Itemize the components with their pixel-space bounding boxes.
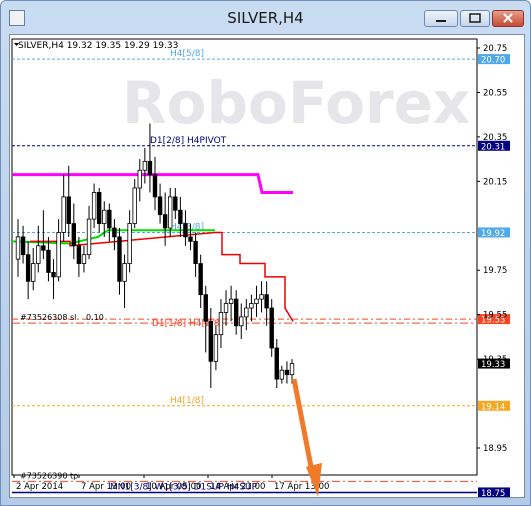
trade-label-1: #73526390 tp [20, 471, 78, 480]
candle-body-50 [269, 307, 274, 349]
trade-extra-0: 0.10 [86, 313, 104, 322]
current-price-tag-text: 19.33 [481, 360, 505, 370]
candle-body-8 [56, 232, 61, 278]
candle-body-15 [91, 192, 97, 220]
level-tag-text-0: 20.70 [481, 56, 505, 66]
level-tag-text-1: 20.31 [481, 142, 505, 152]
candle-body-2 [25, 254, 31, 282]
candle-body-1 [20, 236, 26, 256]
candle-body-49 [264, 294, 269, 309]
candle-body-39 [213, 334, 219, 362]
maximize-button[interactable] [460, 10, 490, 27]
candle-body-37 [203, 294, 208, 322]
price-chart[interactable]: RoboForex SILVER,H4 19.32 19.35 19.29 19.… [10, 35, 524, 497]
candle-body-45 [244, 307, 249, 318]
candle-body-10 [66, 196, 71, 224]
candle-body-16 [96, 192, 102, 224]
y-tick-label-7: 18.95 [483, 444, 507, 454]
candle-body-47 [254, 298, 259, 304]
y-tick-label-2: 20.35 [483, 133, 507, 143]
candle-body-31 [173, 196, 178, 211]
y-tick-label-3: 20.15 [483, 177, 507, 187]
close-icon [503, 13, 513, 23]
title-bar[interactable]: SILVER,H4 [1, 1, 530, 35]
candle-body-5 [41, 245, 46, 251]
candle-body-20 [117, 236, 122, 282]
candle-body-54 [289, 363, 295, 376]
candle-body-6 [46, 249, 51, 273]
x-tick-label-1: 7 Apr 13:00 [81, 482, 131, 492]
chart-area[interactable]: RoboForex SILVER,H4 19.32 19.35 19.29 19.… [9, 34, 525, 498]
minimize-icon [436, 20, 446, 22]
y-tick-label-1: 20.55 [483, 88, 507, 98]
watermark-text: RoboForex [122, 69, 470, 137]
level-tag-text-4: 19.14 [481, 402, 505, 412]
y-tick-label-4: 19.75 [483, 266, 507, 276]
candle-body-3 [31, 263, 36, 282]
candle-body-36 [198, 263, 203, 296]
maximize-icon [469, 13, 481, 23]
candle-body-43 [233, 298, 239, 327]
candle-body-40 [218, 312, 224, 336]
minimize-button[interactable] [424, 10, 458, 27]
candle-body-28 [157, 196, 163, 216]
candle-body-22 [127, 223, 132, 264]
level-label-0: H4[5/8] [170, 49, 204, 59]
candle-body-27 [152, 174, 158, 198]
candle-body-9 [61, 196, 66, 233]
candle-body-35 [193, 240, 198, 264]
x-tick-label-4: 17 Apr 13:00 [274, 482, 329, 492]
level-tag-text-2: 19.92 [481, 229, 505, 239]
x-tick-label-2: 10 Apr 05:00 [146, 482, 201, 492]
close-button[interactable] [492, 10, 524, 27]
candle-body-38 [208, 320, 214, 362]
candle-body-0 [15, 236, 21, 260]
candle-body-19 [112, 227, 117, 238]
candle-body-48 [259, 294, 264, 300]
x-tick-label-0: 2 Apr 2014 [16, 482, 63, 492]
candle-body-29 [162, 214, 168, 229]
x-tick-label-3: 14 Apr 21:00 [210, 482, 265, 492]
candle-body-26 [147, 160, 153, 176]
candle-body-42 [228, 298, 234, 304]
candle-body-44 [239, 316, 244, 327]
level-label-1: D1[2/8] H4PIVOT [150, 136, 227, 146]
candle-body-21 [122, 263, 127, 282]
candle-body-17 [102, 209, 107, 224]
candle-body-41 [223, 303, 229, 313]
candle-body-18 [107, 209, 112, 229]
candle-body-53 [284, 369, 290, 376]
candle-body-34 [188, 236, 193, 242]
chart-header-text: SILVER,H4 19.32 19.35 19.29 19.33 [18, 41, 178, 51]
candle-body-52 [279, 369, 285, 380]
candle-body-32 [178, 209, 183, 224]
candle-body-4 [36, 245, 41, 264]
chart-window: SILVER,H4 RoboForex SILVER,H4 19.32 19.35… [0, 0, 531, 506]
candle-body-30 [168, 196, 173, 229]
candle-body-11 [71, 223, 77, 247]
candle-body-25 [142, 160, 148, 171]
candle-body-23 [132, 187, 137, 224]
level-tag-text-5: 18.75 [481, 489, 505, 497]
candle-body-46 [249, 303, 254, 309]
candle-body-12 [76, 245, 82, 264]
trade-label-0: #73526308 sl [20, 313, 76, 322]
candle-body-7 [51, 272, 56, 278]
candle-body-24 [137, 169, 142, 189]
candle-body-14 [86, 218, 92, 256]
candle-body-33 [183, 223, 188, 238]
y-tick-label-5: 19.55 [483, 311, 507, 321]
level-label-4: H4[1/8] [170, 396, 204, 406]
candle-body-51 [274, 347, 279, 380]
candle-body-13 [81, 254, 87, 264]
y-tick-label-0: 20.75 [483, 44, 507, 54]
